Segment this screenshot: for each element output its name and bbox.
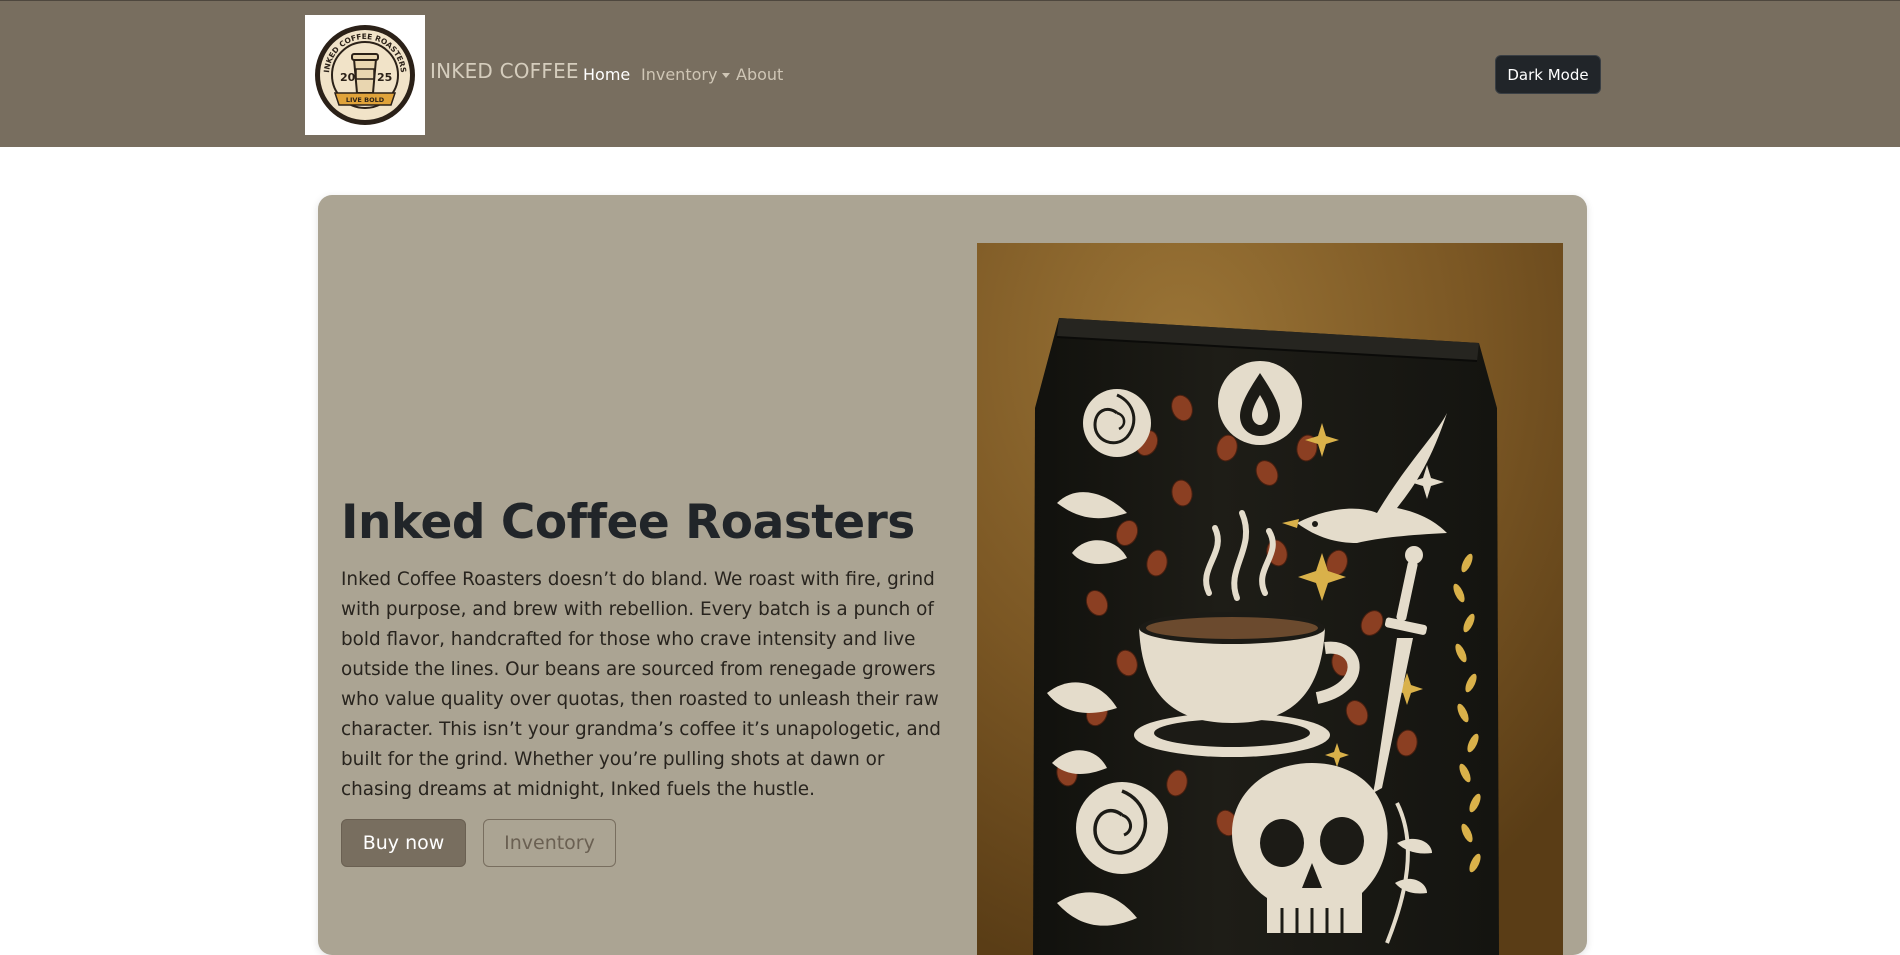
caret-down-icon <box>722 73 731 78</box>
hero-description: Inked Coffee Roasters doesn’t do bland. … <box>341 569 941 800</box>
hero-section: Inked Coffee Roasters Inked Coffee Roast… <box>318 195 1587 955</box>
nav-link-about[interactable]: About <box>736 65 783 84</box>
rose-bottom-icon <box>1076 782 1168 874</box>
nav-link-inventory[interactable]: Inventory <box>641 65 731 84</box>
logo-year-left: 20 <box>340 71 356 84</box>
inventory-button[interactable]: Inventory <box>483 819 616 867</box>
brand-logo[interactable]: INKED COFFEE ROASTERS 20 25 LIVE BOLD <box>305 15 425 135</box>
dark-mode-button[interactable]: Dark Mode <box>1495 55 1601 94</box>
rose-icon <box>1083 389 1151 457</box>
brand-name[interactable]: INKED COFFEE <box>430 59 579 83</box>
logo-year-right: 25 <box>377 71 392 84</box>
logo-badge-icon: INKED COFFEE ROASTERS 20 25 LIVE BOLD <box>315 25 415 125</box>
logo-ribbon-text: LIVE BOLD <box>346 96 385 104</box>
nav-link-inventory-label: Inventory <box>641 65 718 84</box>
hero-title: Inked Coffee Roasters <box>341 495 915 550</box>
drop-icon <box>1218 361 1302 445</box>
top-navbar: INKED COFFEE ROASTERS 20 25 LIVE BOLD IN… <box>0 0 1900 147</box>
coffee-bag-image <box>977 243 1563 955</box>
nav-link-home[interactable]: Home <box>583 65 630 84</box>
buy-now-button[interactable]: Buy now <box>341 819 466 867</box>
